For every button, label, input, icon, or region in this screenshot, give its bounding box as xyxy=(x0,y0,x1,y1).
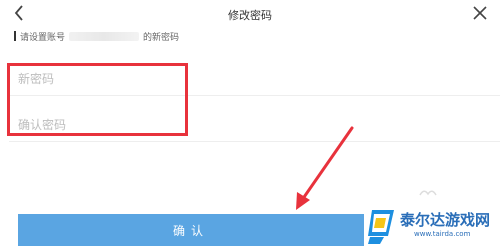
close-icon[interactable] xyxy=(470,3,490,23)
tip-suffix: 的新密码 xyxy=(143,32,180,43)
tip-prefix: 请设置账号 xyxy=(20,32,66,43)
watermark-glyph xyxy=(419,190,437,196)
navigation-bar: 修改密码 xyxy=(0,0,500,28)
page-title: 修改密码 xyxy=(228,9,272,22)
account-tip: 请设置账号 的新密码 xyxy=(14,30,180,43)
highlight-box xyxy=(7,63,188,136)
tip-accent-bar xyxy=(14,31,16,41)
account-blurred xyxy=(69,31,140,41)
watermark-url: www.tairda.com xyxy=(414,230,471,238)
watermark-name: 泰尔达游戏网 xyxy=(400,211,491,229)
confirm-button[interactable]: 确认 xyxy=(18,214,364,246)
divider xyxy=(9,141,500,142)
confirm-button-label: 确认 xyxy=(172,223,209,238)
